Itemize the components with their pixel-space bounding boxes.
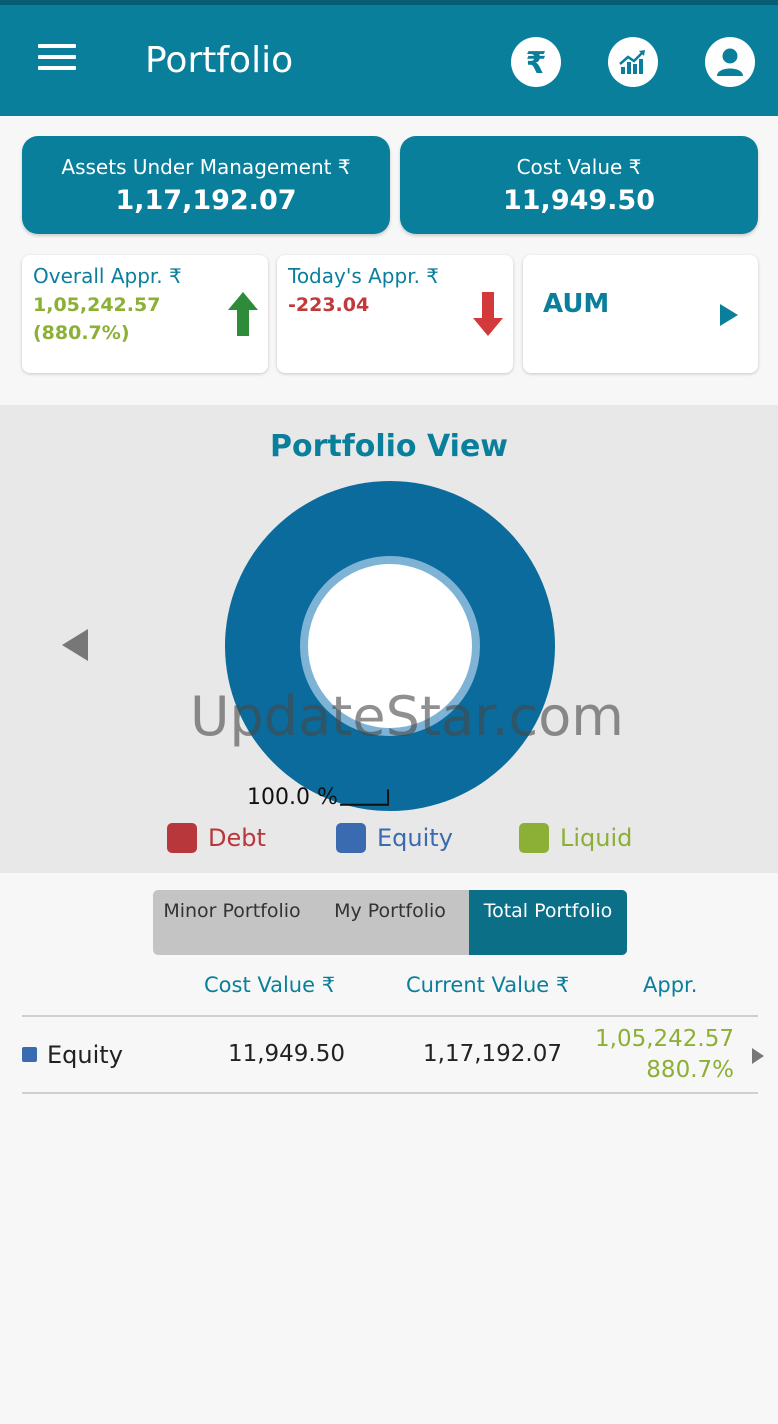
overall-appreciation-label: Overall Appr. ₹	[33, 264, 182, 288]
portfolio-segment-control: Minor Portfolio My Portfolio Total Portf…	[153, 890, 627, 955]
legend-debt-swatch	[167, 823, 197, 853]
aum-label: Assets Under Management ₹	[61, 155, 351, 179]
legend-liquid: Liquid	[519, 823, 632, 853]
aum-card: Assets Under Management ₹ 1,17,192.07	[22, 136, 390, 234]
column-header-current-value: Current Value ₹	[406, 973, 570, 997]
play-arrow-icon	[720, 304, 738, 326]
legend-equity-label: Equity	[377, 824, 453, 852]
legend-equity: Equity	[336, 823, 453, 853]
donut-chart	[225, 481, 555, 811]
aum-nav-card[interactable]: AUM	[523, 255, 758, 373]
tab-my-portfolio[interactable]: My Portfolio	[311, 890, 469, 955]
aum-value: 1,17,192.07	[115, 185, 297, 216]
legend-debt-label: Debt	[208, 824, 266, 852]
table-row[interactable]: Equity 11,949.50 1,17,192.07 1,05,242.57…	[22, 1017, 778, 1092]
today-appreciation-card: Today's Appr. ₹ -223.04	[277, 255, 513, 373]
slice-label-equity: 100.0 %	[247, 785, 338, 810]
user-icon[interactable]	[705, 37, 755, 87]
arrow-down-icon	[473, 292, 503, 336]
tab-minor-portfolio[interactable]: Minor Portfolio	[153, 890, 311, 955]
app-bar: Portfolio ₹	[0, 0, 778, 116]
legend-liquid-label: Liquid	[560, 824, 633, 852]
overall-appreciation-value: 1,05,242.57	[33, 294, 161, 316]
slice-leader-line	[340, 789, 390, 806]
overall-appreciation-card: Overall Appr. ₹ 1,05,242.57 (880.7%)	[22, 255, 268, 373]
column-header-cost-value: Cost Value ₹	[204, 973, 336, 997]
column-header-appreciation: Appr.	[643, 973, 698, 997]
chevron-right-icon[interactable]	[752, 1048, 764, 1064]
legend-equity-swatch	[336, 823, 366, 853]
cost-value-label: Cost Value ₹	[516, 155, 642, 179]
watermark-text: UpdateStar.com	[190, 685, 624, 748]
status-strip	[0, 0, 778, 5]
row-name: Equity	[47, 1041, 123, 1069]
previous-arrow-icon[interactable]	[62, 629, 88, 661]
portfolio-view-panel: Portfolio View UpdateStar.com 100.0 % De…	[0, 405, 778, 873]
today-appreciation-label: Today's Appr. ₹	[288, 264, 440, 288]
menu-icon[interactable]	[38, 44, 76, 72]
equity-color-dot	[22, 1047, 37, 1062]
chart-growth-icon[interactable]	[608, 37, 658, 87]
legend-liquid-swatch	[519, 823, 549, 853]
page-title: Portfolio	[145, 40, 294, 81]
row-appreciation-value: 1,05,242.57	[595, 1026, 734, 1052]
cost-value: 11,949.50	[502, 185, 656, 216]
today-appreciation-value: -223.04	[288, 294, 370, 316]
svg-text:₹: ₹	[526, 46, 547, 78]
table-divider	[22, 1092, 758, 1094]
cost-value-card: Cost Value ₹ 11,949.50	[400, 136, 758, 234]
overall-appreciation-percent: (880.7%)	[33, 322, 130, 344]
tab-total-portfolio[interactable]: Total Portfolio	[469, 890, 627, 955]
row-appreciation-percent: 880.7%	[646, 1057, 734, 1083]
legend-debt: Debt	[167, 823, 266, 853]
rupee-icon[interactable]: ₹	[511, 37, 561, 87]
aum-nav-label: AUM	[543, 289, 610, 319]
chart-title: Portfolio View	[269, 429, 509, 464]
row-cost-value: 11,949.50	[227, 1041, 345, 1067]
row-current-value: 1,17,192.07	[423, 1041, 562, 1067]
arrow-up-icon	[228, 292, 258, 336]
section-gap	[0, 383, 778, 405]
